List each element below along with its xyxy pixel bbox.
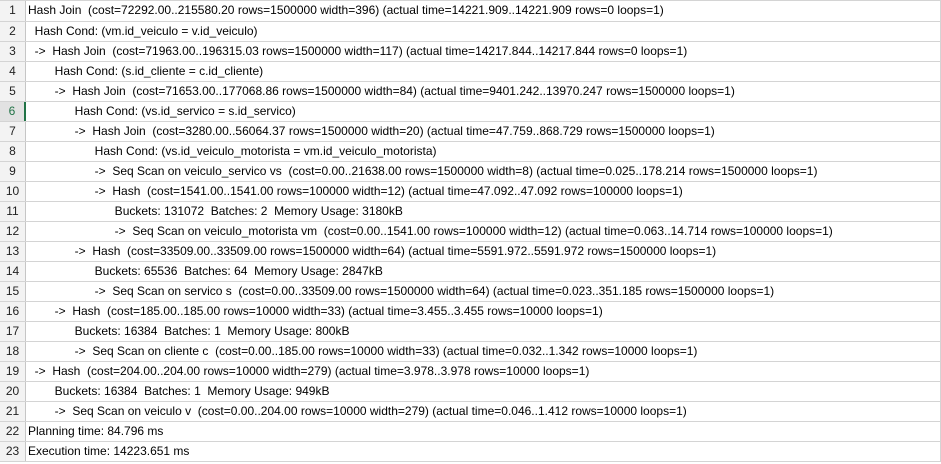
row-header[interactable]: 10 — [0, 182, 26, 201]
plan-cell[interactable]: Hash Cond: (vm.id_veiculo = v.id_veiculo… — [26, 22, 941, 41]
row-header[interactable]: 12 — [0, 222, 26, 241]
table-row[interactable]: 7 -> Hash Join (cost=3280.00..56064.37 r… — [0, 122, 941, 142]
row-header[interactable]: 18 — [0, 342, 26, 361]
plan-cell[interactable]: Planning time: 84.796 ms — [26, 422, 941, 441]
table-row[interactable]: 19 -> Hash (cost=204.00..204.00 rows=100… — [0, 362, 941, 382]
plan-cell[interactable]: Hash Cond: (s.id_cliente = c.id_cliente) — [26, 62, 941, 81]
row-header[interactable]: 6 — [0, 102, 26, 121]
table-row[interactable]: 11 Buckets: 131072 Batches: 2 Memory Usa… — [0, 202, 941, 222]
table-row[interactable]: 10 -> Hash (cost=1541.00..1541.00 rows=1… — [0, 182, 941, 202]
table-row[interactable]: 5 -> Hash Join (cost=71653.00..177068.86… — [0, 82, 941, 102]
table-row[interactable]: 9 -> Seq Scan on veiculo_servico vs (cos… — [0, 162, 941, 182]
table-row[interactable]: 3 -> Hash Join (cost=71963.00..196315.03… — [0, 42, 941, 62]
row-header[interactable]: 13 — [0, 242, 26, 261]
row-header[interactable]: 7 — [0, 122, 26, 141]
table-row[interactable]: 15 -> Seq Scan on servico s (cost=0.00..… — [0, 282, 941, 302]
plan-cell[interactable]: -> Hash Join (cost=71653.00..177068.86 r… — [26, 82, 941, 101]
row-header[interactable]: 3 — [0, 42, 26, 61]
plan-cell[interactable]: Buckets: 65536 Batches: 64 Memory Usage:… — [26, 262, 941, 281]
row-header[interactable]: 8 — [0, 142, 26, 161]
plan-cell[interactable]: Execution time: 14223.651 ms — [26, 442, 941, 461]
row-header[interactable]: 20 — [0, 382, 26, 401]
row-header[interactable]: 14 — [0, 262, 26, 281]
table-row[interactable]: 1 Hash Join (cost=72292.00..215580.20 row… — [0, 0, 941, 22]
plan-cell[interactable]: Buckets: 16384 Batches: 1 Memory Usage: … — [26, 322, 941, 341]
plan-cell[interactable]: Hash Join (cost=72292.00..215580.20 rows… — [26, 1, 941, 21]
table-row[interactable]: 4 Hash Cond: (s.id_cliente = c.id_client… — [0, 62, 941, 82]
row-header[interactable]: 19 — [0, 362, 26, 381]
plan-cell[interactable]: -> Seq Scan on veiculo_motorista vm (cos… — [26, 222, 941, 241]
table-row[interactable]: 22 Planning time: 84.796 ms — [0, 422, 941, 442]
row-header[interactable]: 21 — [0, 402, 26, 421]
row-header[interactable]: 22 — [0, 422, 26, 441]
table-row[interactable]: 21 -> Seq Scan on veiculo v (cost=0.00..… — [0, 402, 941, 422]
plan-cell[interactable]: -> Seq Scan on servico s (cost=0.00..335… — [26, 282, 941, 301]
row-header[interactable]: 23 — [0, 442, 26, 461]
plan-cell[interactable]: Hash Cond: (vs.id_servico = s.id_servico… — [26, 102, 941, 121]
row-header[interactable]: 17 — [0, 322, 26, 341]
plan-cell[interactable]: -> Hash (cost=1541.00..1541.00 rows=1000… — [26, 182, 941, 201]
row-header[interactable]: 5 — [0, 82, 26, 101]
spreadsheet-grid: 1 Hash Join (cost=72292.00..215580.20 row… — [0, 0, 941, 464]
table-row[interactable]: 13 -> Hash (cost=33509.00..33509.00 rows… — [0, 242, 941, 262]
plan-cell[interactable]: -> Seq Scan on veiculo v (cost=0.00..204… — [26, 402, 941, 421]
row-header[interactable]: 15 — [0, 282, 26, 301]
plan-cell[interactable]: -> Hash (cost=204.00..204.00 rows=10000 … — [26, 362, 941, 381]
row-header[interactable]: 9 — [0, 162, 26, 181]
table-row[interactable]: 18 -> Seq Scan on cliente c (cost=0.00..… — [0, 342, 941, 362]
table-row[interactable]: 17 Buckets: 16384 Batches: 1 Memory Usag… — [0, 322, 941, 342]
plan-cell[interactable]: -> Hash (cost=33509.00..33509.00 rows=15… — [26, 242, 941, 261]
plan-cell[interactable]: Buckets: 16384 Batches: 1 Memory Usage: … — [26, 382, 941, 401]
row-header[interactable]: 11 — [0, 202, 26, 221]
row-header[interactable]: 2 — [0, 22, 26, 41]
row-header[interactable]: 16 — [0, 302, 26, 321]
row-header[interactable]: 4 — [0, 62, 26, 81]
plan-cell[interactable]: -> Hash (cost=185.00..185.00 rows=10000 … — [26, 302, 941, 321]
table-row[interactable]: 8 Hash Cond: (vs.id_veiculo_motorista = … — [0, 142, 941, 162]
table-row[interactable]: 14 Buckets: 65536 Batches: 64 Memory Usa… — [0, 262, 941, 282]
table-row[interactable]: 12 -> Seq Scan on veiculo_motorista vm (… — [0, 222, 941, 242]
table-row[interactable]: 23 Execution time: 14223.651 ms — [0, 442, 941, 462]
plan-cell[interactable]: -> Seq Scan on veiculo_servico vs (cost=… — [26, 162, 941, 181]
row-header[interactable]: 1 — [0, 1, 26, 21]
plan-cell[interactable]: Hash Cond: (vs.id_veiculo_motorista = vm… — [26, 142, 941, 161]
plan-cell[interactable]: -> Seq Scan on cliente c (cost=0.00..185… — [26, 342, 941, 361]
table-row[interactable]: 20 Buckets: 16384 Batches: 1 Memory Usag… — [0, 382, 941, 402]
table-row-selected[interactable]: 6 Hash Cond: (vs.id_servico = s.id_servi… — [0, 102, 941, 122]
table-row[interactable]: 16 -> Hash (cost=185.00..185.00 rows=100… — [0, 302, 941, 322]
plan-cell[interactable]: -> Hash Join (cost=71963.00..196315.03 r… — [26, 42, 941, 61]
plan-cell[interactable]: -> Hash Join (cost=3280.00..56064.37 row… — [26, 122, 941, 141]
table-row[interactable]: 2 Hash Cond: (vm.id_veiculo = v.id_veicu… — [0, 22, 941, 42]
plan-cell[interactable]: Buckets: 131072 Batches: 2 Memory Usage:… — [26, 202, 941, 221]
